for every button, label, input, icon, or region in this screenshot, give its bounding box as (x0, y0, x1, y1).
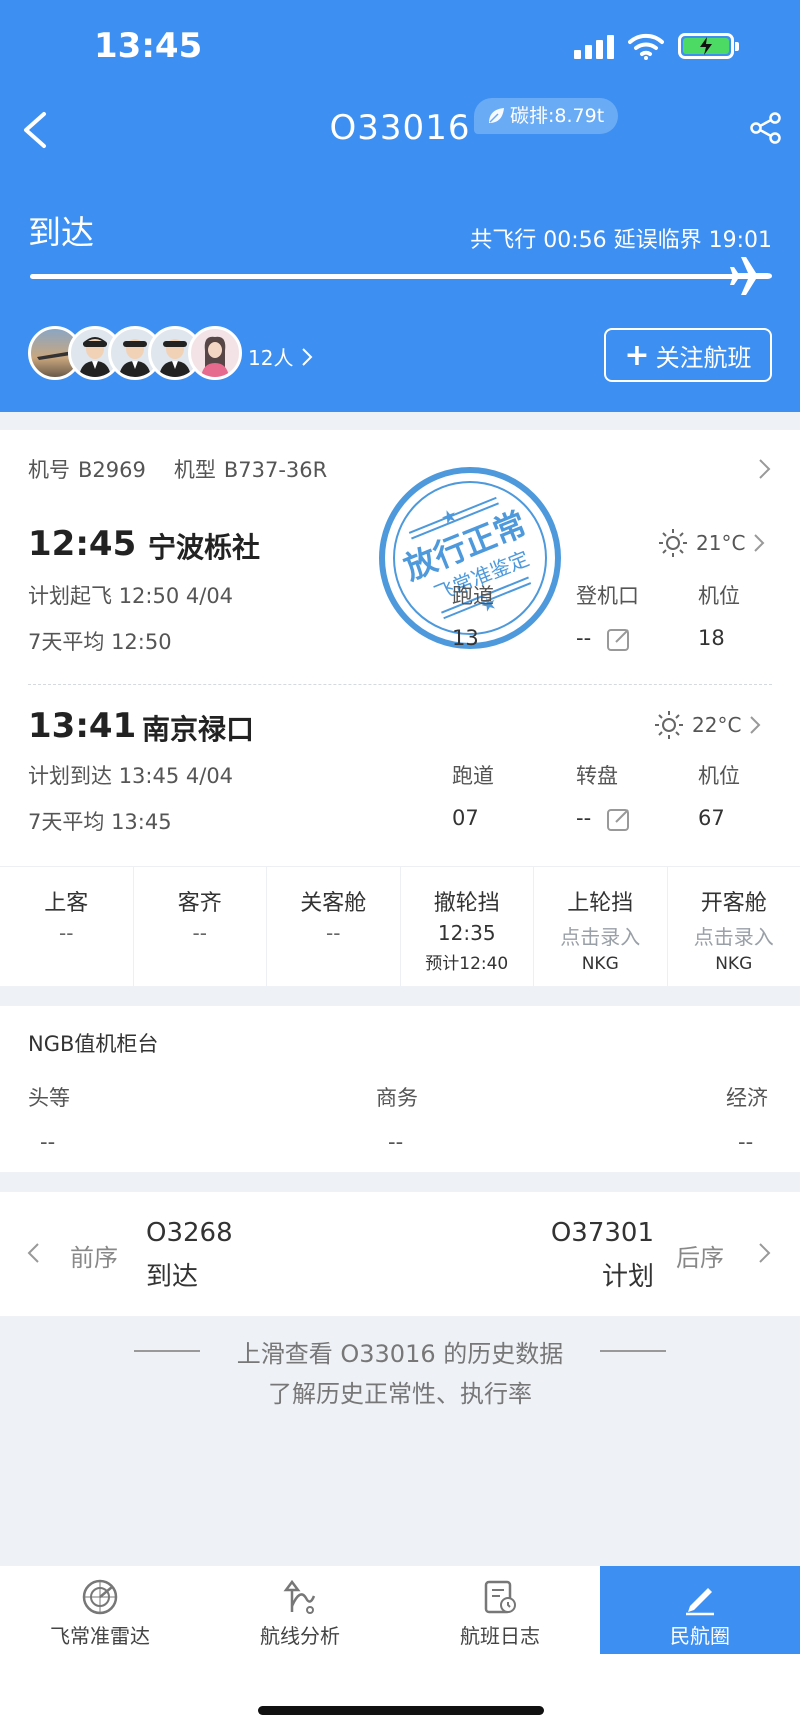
avg-arrival: 7天平均 13:45 (28, 810, 172, 834)
edit-icon[interactable] (606, 806, 632, 832)
next-label: 后序 (676, 1244, 724, 1272)
runway-label: 跑道 (452, 584, 494, 608)
passenger-avatars[interactable] (28, 326, 242, 380)
economy-label: 经济 (726, 1086, 768, 1110)
step-door-open[interactable]: 开客舱 点击录入 NKG (668, 867, 800, 986)
next-flight-status: 计划 (601, 1262, 654, 1292)
chevron-right-icon[interactable] (758, 458, 772, 480)
first-class-value: -- (40, 1130, 56, 1154)
sun-icon (659, 529, 687, 557)
gate-label: 登机口 (576, 584, 639, 608)
stand-value: 67 (698, 806, 725, 830)
flight-detail-card: 机号 B2969 机型 B737-36R ★ ★ 放行正常 飞常准鉴定 12:45 宁… (0, 430, 800, 866)
arrival-weather[interactable]: 22°C (654, 710, 761, 740)
share-icon[interactable] (748, 110, 784, 146)
chevron-right-icon (750, 716, 761, 734)
route-icon (283, 1579, 316, 1614)
step-boarding: 上客 -- (0, 867, 134, 986)
signal-icon (574, 33, 614, 59)
chevron-right-icon (754, 534, 765, 552)
flight-status: 到达 (28, 213, 94, 252)
ground-ops-steps: 上客 -- 客齐 -- 关客舱 -- 撤轮挡 12:35 预计12:40 上轮挡 点击录入 N… (0, 866, 800, 986)
history-hint: 上滑查看 O33016 的历史数据 (236, 1340, 564, 1368)
next-flight-code: O37301 (550, 1218, 654, 1248)
step-chocks-on[interactable]: 上轮挡 点击录入 NKG (534, 867, 668, 986)
status-icons (574, 32, 739, 60)
log-icon (484, 1580, 516, 1614)
stand-value: 18 (698, 626, 725, 650)
sun-icon (655, 711, 683, 739)
wifi-icon (628, 33, 664, 60)
step-boarding-complete: 客齐 -- (134, 867, 267, 986)
departure-time: 12:45 (28, 524, 137, 564)
carousel-label: 转盘 (576, 764, 618, 788)
chevron-left-icon (27, 1243, 39, 1263)
avatar (188, 326, 242, 380)
economy-value: -- (738, 1130, 754, 1154)
tab-route-analysis[interactable]: 航线分析 (200, 1566, 400, 1654)
runway-value: 13 (452, 626, 479, 650)
avg-departure: 7天平均 12:50 (28, 630, 172, 654)
aircraft-info[interactable]: 机号 B2969 机型 B737-36R (28, 454, 335, 484)
flight-number-title: O33016 (329, 108, 471, 148)
flight-header: 13:45 O33016 碳排:8.79t 到达 共飞行 00:56 延误临界 … (0, 0, 800, 412)
radar-icon (82, 1579, 118, 1615)
runway-value: 07 (452, 806, 479, 830)
carbon-text: 碳排:8.79t (510, 105, 605, 127)
prev-flight-status: 到达 (146, 1262, 199, 1292)
tab-aviation-circle[interactable]: 民航圈 (600, 1566, 800, 1654)
scheduled-departure: 计划起飞 12:50 4/04 (28, 584, 234, 608)
passenger-count-link[interactable]: 12人 (248, 342, 313, 371)
pen-icon (686, 1588, 714, 1616)
battery-icon (678, 33, 739, 59)
plane-icon (730, 257, 772, 295)
flight-duration-info: 共飞行 00:56 延误临界 19:01 (470, 228, 772, 253)
business-value: -- (388, 1130, 404, 1154)
gate-value: -- (576, 626, 592, 650)
prev-flight-code: O3268 (146, 1218, 233, 1248)
checkin-title: NGB值机柜台 (28, 1032, 159, 1056)
scheduled-arrival: 计划到达 13:45 4/04 (28, 764, 234, 788)
checkin-counter-card: NGB值机柜台 头等 -- 商务 -- 经济 -- (0, 1006, 800, 1172)
arrival-time: 13:41 (28, 706, 137, 746)
history-hint-sub: 了解历史正常性、执行率 (268, 1380, 532, 1408)
home-indicator[interactable] (258, 1706, 544, 1715)
chevron-right-icon (302, 347, 313, 366)
stand-label: 机位 (698, 584, 740, 608)
runway-label: 跑道 (452, 764, 494, 788)
arrival-airport: 南京禄口 (142, 713, 255, 746)
tab-flight-log[interactable]: 航班日志 (400, 1566, 600, 1654)
leaf-icon (489, 108, 504, 123)
carbon-badge[interactable]: 碳排:8.79t (474, 98, 619, 134)
carousel-value: -- (576, 806, 592, 830)
follow-flight-button[interactable]: + 关注航班 (604, 328, 772, 382)
stand-label: 机位 (698, 764, 740, 788)
status-bar: 13:45 (0, 0, 800, 96)
first-class-label: 头等 (28, 1086, 70, 1110)
step-chocks-off: 撤轮挡 12:35 预计12:40 (401, 867, 534, 986)
tab-radar[interactable]: 飞常准雷达 (0, 1566, 200, 1654)
bottom-tab-bar: 飞常准雷达 航线分析 航班日志 民航圈 (0, 1566, 800, 1731)
step-door-close: 关客舱 -- (267, 867, 401, 986)
chevron-right-icon (759, 1243, 771, 1263)
departure-airport: 宁波栎社 (148, 531, 261, 564)
departure-weather[interactable]: 21°C (658, 528, 765, 558)
plus-icon: + (624, 337, 650, 373)
flight-progress-bar (30, 274, 750, 279)
clock: 13:45 (94, 26, 203, 66)
prev-label: 前序 (70, 1244, 118, 1272)
business-label: 商务 (376, 1086, 418, 1110)
edit-icon[interactable] (606, 626, 632, 652)
approval-stamp: ★ ★ 放行正常 飞常准鉴定 (379, 467, 561, 649)
divider (28, 684, 772, 685)
prev-next-flights: 前序 O3268 到达 O37301 计划 后序 (0, 1192, 800, 1316)
